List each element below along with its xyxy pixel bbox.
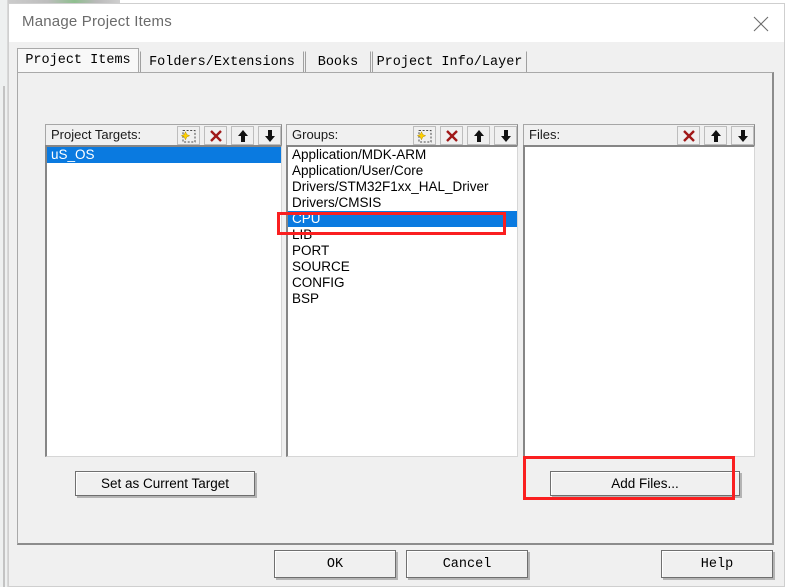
groups-item-config[interactable]: CONFIG: [288, 275, 517, 291]
manage-project-items-dialog: Manage Project Items Project Items Folde…: [8, 3, 785, 587]
add-files-button[interactable]: Add Files...: [550, 471, 740, 496]
cancel-button[interactable]: Cancel: [406, 550, 528, 578]
delete-x-icon: [683, 130, 695, 142]
groups-move-down-button[interactable]: [494, 126, 517, 145]
move-down-icon: [501, 130, 511, 142]
project-targets-move-down-button[interactable]: [258, 126, 281, 145]
project-targets-label: Project Targets:: [51, 127, 142, 142]
files-delete-button[interactable]: [677, 126, 700, 145]
project-targets-new-button[interactable]: [177, 126, 200, 145]
ok-button[interactable]: OK: [274, 550, 396, 578]
groups-delete-button[interactable]: [440, 126, 463, 145]
project-targets-item-us-os[interactable]: uS_OS: [47, 147, 281, 163]
delete-x-icon: [210, 130, 222, 142]
files-label: Files:: [529, 127, 561, 142]
background-window-edge: [3, 86, 5, 587]
move-up-icon: [474, 130, 484, 142]
files-move-down-button[interactable]: [731, 126, 754, 145]
groups-label: Groups:: [292, 127, 339, 142]
groups-header: Groups:: [286, 124, 518, 146]
project-targets-header: Project Targets:: [45, 124, 282, 146]
project-targets-delete-button[interactable]: [204, 126, 227, 145]
move-down-icon: [265, 130, 275, 142]
groups-item-lib[interactable]: LIB: [288, 227, 517, 243]
groups-item-bsp[interactable]: BSP: [288, 291, 517, 307]
delete-x-icon: [446, 130, 458, 142]
groups-item-application-mdk-arm[interactable]: Application/MDK-ARM: [288, 147, 517, 163]
dialog-title: Manage Project Items: [22, 13, 172, 30]
new-item-icon: [416, 130, 432, 143]
help-button[interactable]: Help: [661, 550, 773, 578]
groups-item-cpu[interactable]: CPU: [288, 211, 517, 227]
groups-new-button[interactable]: [413, 126, 436, 145]
close-x-icon: [753, 16, 769, 32]
groups-item-port[interactable]: PORT: [288, 243, 517, 259]
files-move-up-button[interactable]: [704, 126, 727, 145]
groups-list[interactable]: Application/MDK-ARM Application/User/Cor…: [286, 145, 518, 457]
move-down-icon: [738, 130, 748, 142]
tab-strip: Project Items Folders/Extensions Books P…: [9, 42, 784, 76]
tab-books[interactable]: Books: [305, 51, 371, 74]
project-targets-move-up-button[interactable]: [231, 126, 254, 145]
groups-item-application-user-core[interactable]: Application/User/Core: [288, 163, 517, 179]
files-header: Files:: [523, 124, 755, 146]
groups-item-source[interactable]: SOURCE: [288, 259, 517, 275]
new-item-icon: [180, 130, 196, 143]
tab-folders-extensions[interactable]: Folders/Extensions: [140, 51, 304, 74]
project-items-tab-page: Project Targets: uS_OS Groups: Applicati…: [17, 72, 774, 545]
files-list[interactable]: [523, 145, 755, 457]
groups-move-up-button[interactable]: [467, 126, 490, 145]
project-targets-list[interactable]: uS_OS: [45, 145, 282, 457]
close-button[interactable]: [738, 4, 784, 42]
groups-item-drivers-stm32f1xx-hal-driver[interactable]: Drivers/STM32F1xx_HAL_Driver: [288, 179, 517, 195]
set-as-current-target-button[interactable]: Set as Current Target: [75, 471, 255, 496]
tab-project-info-layer[interactable]: Project Info/Layer: [372, 51, 527, 74]
groups-item-drivers-cmsis[interactable]: Drivers/CMSIS: [288, 195, 517, 211]
move-up-icon: [238, 130, 248, 142]
dialog-titlebar: Manage Project Items: [9, 4, 784, 43]
move-up-icon: [711, 130, 721, 142]
